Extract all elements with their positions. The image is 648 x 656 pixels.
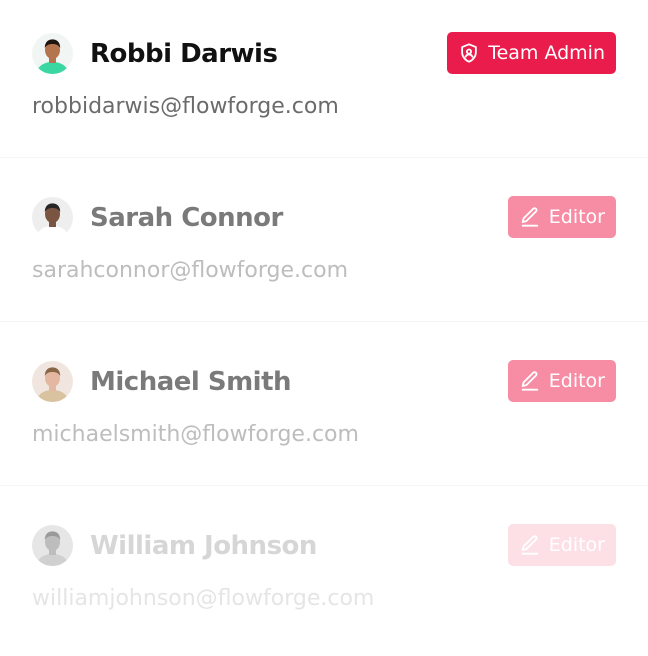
- role-badge[interactable]: Editor: [507, 196, 616, 238]
- member-list: Robbi Darwis robbidarwis@flowforge.com T…: [0, 0, 648, 649]
- avatar: [32, 33, 73, 74]
- member-email: williamjohnson@flowforge.com: [32, 586, 375, 611]
- row-divider: [0, 321, 648, 322]
- avatar: [32, 197, 73, 238]
- member-row[interactable]: Michael Smith michaelsmith@flowforge.com…: [0, 328, 648, 492]
- role-label: Editor: [548, 534, 605, 556]
- pen-icon: [519, 370, 541, 392]
- row-divider: [0, 485, 648, 486]
- shield-user-icon: [458, 42, 480, 64]
- member-row[interactable]: Robbi Darwis robbidarwis@flowforge.com T…: [0, 0, 648, 164]
- role-label: Team Admin: [488, 42, 605, 64]
- role-badge[interactable]: Editor: [507, 524, 616, 566]
- pen-icon: [519, 534, 541, 556]
- member-row[interactable]: William Johnson williamjohnson@flowforge…: [0, 492, 648, 656]
- member-name: Robbi Darwis: [90, 39, 278, 69]
- row-divider: [0, 157, 648, 158]
- role-badge[interactable]: Editor: [507, 360, 616, 402]
- role-label: Editor: [548, 370, 605, 392]
- member-email: robbidarwis@flowforge.com: [32, 94, 339, 119]
- member-email: sarahconnor@flowforge.com: [32, 258, 349, 283]
- member-name: Sarah Connor: [90, 203, 283, 233]
- member-name: Michael Smith: [90, 367, 292, 397]
- member-email: michaelsmith@flowforge.com: [32, 422, 359, 447]
- role-badge[interactable]: Team Admin: [447, 32, 616, 74]
- member-name: William Johnson: [90, 531, 317, 561]
- avatar: [32, 361, 73, 402]
- avatar: [32, 525, 73, 566]
- member-row[interactable]: Sarah Connor sarahconnor@flowforge.com E…: [0, 164, 648, 328]
- pen-icon: [519, 206, 541, 228]
- role-label: Editor: [548, 206, 605, 228]
